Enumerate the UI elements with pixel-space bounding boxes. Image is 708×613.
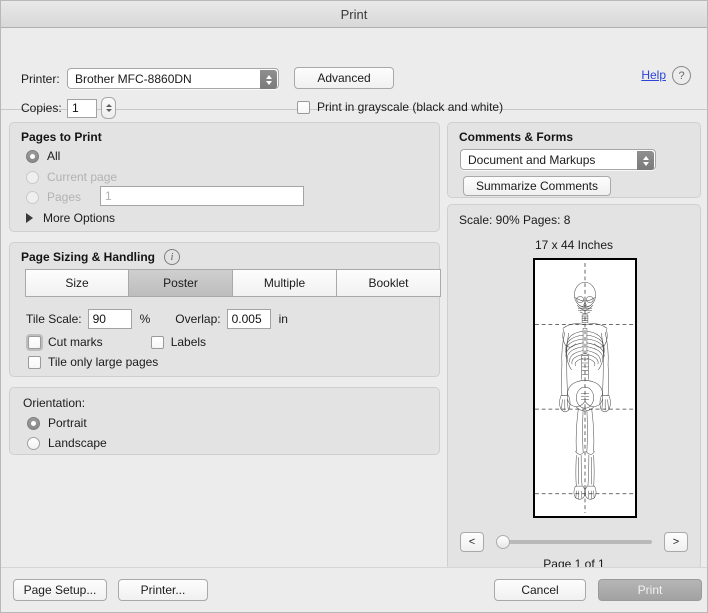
cut-marks-checkbox[interactable] [28, 336, 41, 349]
comments-forms-select[interactable]: Document and Markups [460, 149, 656, 170]
printer-settings-bar: Printer: Brother MFC-8860DN Advanced Hel… [1, 28, 707, 110]
tile-settings-row: Tile Scale: 90 % Overlap: 0.005 in [26, 309, 288, 329]
radio-portrait-label: Portrait [48, 416, 87, 430]
inch-label: in [279, 312, 288, 326]
radio-all[interactable] [26, 150, 39, 163]
page-sizing-title: Page Sizing & Handling [21, 250, 155, 264]
copies-input[interactable]: 1 [67, 99, 97, 118]
overlap-input[interactable]: 0.005 [227, 309, 271, 329]
tile-guides [535, 263, 635, 513]
printer-select[interactable]: Brother MFC-8860DN [67, 68, 279, 89]
tile-only-large-pages-checkbox[interactable] [28, 356, 41, 369]
printer-label: Printer: [21, 72, 67, 86]
radio-pages-label: Pages [47, 190, 81, 204]
printer-row: Printer: Brother MFC-8860DN [21, 68, 279, 89]
radio-landscape-label: Landscape [48, 436, 107, 450]
comments-forms-title: Comments & Forms [459, 130, 573, 144]
tile-scale-input[interactable]: 90 [88, 309, 132, 329]
window-title: Print [341, 7, 368, 22]
print-preview-panel: Scale: 90% Pages: 8 17 x 44 Inches [447, 204, 701, 570]
preview-prev-button[interactable]: < [460, 532, 484, 552]
pages-to-print-panel: Pages to Print All Current page Pages 1 … [9, 122, 440, 232]
comments-forms-select-value: Document and Markups [468, 153, 595, 167]
sizing-mode-segmented-control: Size Poster Multiple Booklet [25, 269, 441, 297]
preview-slider-track[interactable] [496, 540, 652, 544]
radio-landscape[interactable] [27, 437, 40, 450]
radio-pages[interactable] [26, 191, 39, 204]
preview-slider-knob[interactable] [496, 535, 510, 549]
help-link[interactable]: Help [641, 68, 666, 82]
radio-option-all[interactable]: All [26, 149, 60, 163]
triangle-right-icon[interactable] [26, 213, 33, 223]
radio-all-label: All [47, 149, 60, 163]
sizing-mode-size[interactable]: Size [25, 269, 129, 297]
preview-page[interactable] [533, 258, 637, 518]
sizing-mode-poster[interactable]: Poster [129, 269, 233, 297]
chevron-updown-icon[interactable] [260, 70, 277, 89]
tile-scale-label: Tile Scale: [26, 312, 82, 326]
cut-marks-and-labels-row: Cut marks Labels [28, 335, 206, 349]
radio-current-page-label: Current page [47, 170, 117, 184]
printer-select-value: Brother MFC-8860DN [75, 72, 192, 86]
pages-range-input[interactable]: 1 [100, 186, 304, 206]
overlap-label: Overlap: [175, 312, 220, 326]
tile-only-large-pages-label: Tile only large pages [48, 355, 158, 369]
radio-option-current-page[interactable]: Current page [26, 170, 117, 184]
print-dialog: Print Printer: Brother MFC-8860DN Advanc… [0, 0, 708, 613]
comments-forms-panel: Comments & Forms Document and Markups Su… [447, 122, 701, 198]
more-options-label: More Options [43, 211, 115, 225]
sizing-mode-multiple[interactable]: Multiple [233, 269, 337, 297]
copies-stepper[interactable] [101, 97, 116, 119]
title-bar: Print [1, 1, 707, 28]
pages-to-print-title: Pages to Print [21, 130, 102, 144]
skeleton-anatomy-diagram [535, 260, 635, 516]
labels-checkbox[interactable] [151, 336, 164, 349]
radio-option-landscape[interactable]: Landscape [27, 436, 107, 450]
question-circle-icon[interactable]: ? [672, 66, 691, 85]
tile-only-large-pages-row: Tile only large pages [28, 355, 158, 369]
radio-option-pages[interactable]: Pages 1 [26, 190, 81, 204]
advanced-button[interactable]: Advanced [294, 67, 394, 89]
page-sizing-handling-panel: Page Sizing & Handling i Size Poster Mul… [9, 242, 440, 377]
cut-marks-label: Cut marks [48, 335, 103, 349]
more-options-toggle[interactable]: More Options [26, 211, 115, 225]
chevron-updown-icon[interactable] [637, 151, 654, 170]
preview-next-button[interactable]: > [664, 532, 688, 552]
summarize-comments-button[interactable]: Summarize Comments [463, 176, 611, 196]
dialog-footer: Page Setup... Printer... Cancel Print [1, 567, 707, 612]
orientation-panel: Orientation: Portrait Landscape [9, 387, 440, 455]
percent-label: % [140, 312, 151, 326]
cancel-button[interactable]: Cancel [494, 579, 586, 601]
preview-scale-line: Scale: 90% Pages: 8 [459, 213, 570, 227]
radio-current-page[interactable] [26, 171, 39, 184]
copies-row: Copies: 1 [21, 97, 116, 119]
preview-size-line: 17 x 44 Inches [448, 238, 700, 252]
radio-option-portrait[interactable]: Portrait [27, 416, 87, 430]
print-button[interactable]: Print [598, 579, 702, 601]
labels-label: Labels [171, 335, 206, 349]
printer-button[interactable]: Printer... [118, 579, 208, 601]
orientation-title: Orientation: [23, 396, 85, 410]
copies-label: Copies: [21, 101, 67, 115]
sizing-mode-booklet[interactable]: Booklet [337, 269, 441, 297]
radio-portrait[interactable] [27, 417, 40, 430]
page-setup-button[interactable]: Page Setup... [13, 579, 107, 601]
grayscale-checkbox[interactable] [297, 101, 310, 114]
info-circle-icon[interactable]: i [164, 249, 180, 265]
print-grayscale-option[interactable]: Print in grayscale (black and white) [297, 100, 503, 114]
grayscale-label: Print in grayscale (black and white) [317, 100, 503, 114]
